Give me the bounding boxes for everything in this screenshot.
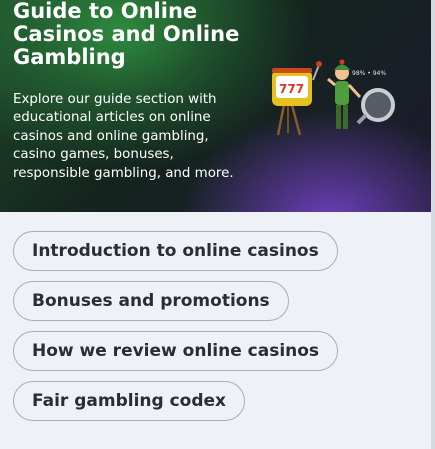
page-scrollbar[interactable] bbox=[431, 0, 435, 449]
hero-description-line: responsible gambling, and more. bbox=[13, 165, 234, 181]
topic-link-row: How we review online casinos bbox=[13, 331, 353, 381]
topic-link-bonuses[interactable]: Bonuses and promotions bbox=[13, 281, 289, 321]
topic-link-row: Introduction to online casinos bbox=[13, 231, 353, 281]
hero-title-line: Casinos and Online bbox=[13, 22, 240, 46]
svg-text:777: 777 bbox=[279, 82, 304, 96]
hero-title-line: Guide to Online bbox=[13, 0, 198, 23]
topic-link-row: Fair gambling codex bbox=[13, 381, 353, 431]
hero-description-line: Explore our guide section with bbox=[13, 92, 217, 107]
guide-page: Guide to Online Casinos and Online Gambl… bbox=[0, 0, 435, 449]
topic-link-introduction[interactable]: Introduction to online casinos bbox=[13, 231, 338, 271]
hero-description-line: casino games, bonuses, bbox=[13, 147, 174, 163]
guide-topic-links: Introduction to online casinos Bonuses a… bbox=[13, 231, 353, 431]
hero-title-line: Gambling bbox=[13, 45, 126, 69]
magnifying-glass-icon bbox=[356, 88, 395, 125]
casino-guru-illustration: 777 98% • 94% bbox=[272, 59, 395, 136]
hero-description-line: educational articles on online bbox=[13, 110, 211, 126]
easel-icon bbox=[276, 104, 302, 136]
hero-title: Guide to Online Casinos and Online Gambl… bbox=[13, 0, 263, 69]
topic-link-row: Bonuses and promotions bbox=[13, 281, 353, 331]
guide-hero-banner: Guide to Online Casinos and Online Gambl… bbox=[0, 0, 431, 212]
topic-link-fair-gambling[interactable]: Fair gambling codex bbox=[13, 381, 246, 421]
slot-machine-icon: 777 bbox=[272, 61, 322, 106]
topic-link-review-process[interactable]: How we review online casinos bbox=[13, 331, 339, 371]
hero-description-line: casinos and online gambling, bbox=[13, 128, 209, 144]
hero-description: Explore our guide section with education… bbox=[13, 91, 273, 183]
illustration-board-text: 98% • 94% bbox=[352, 70, 386, 77]
